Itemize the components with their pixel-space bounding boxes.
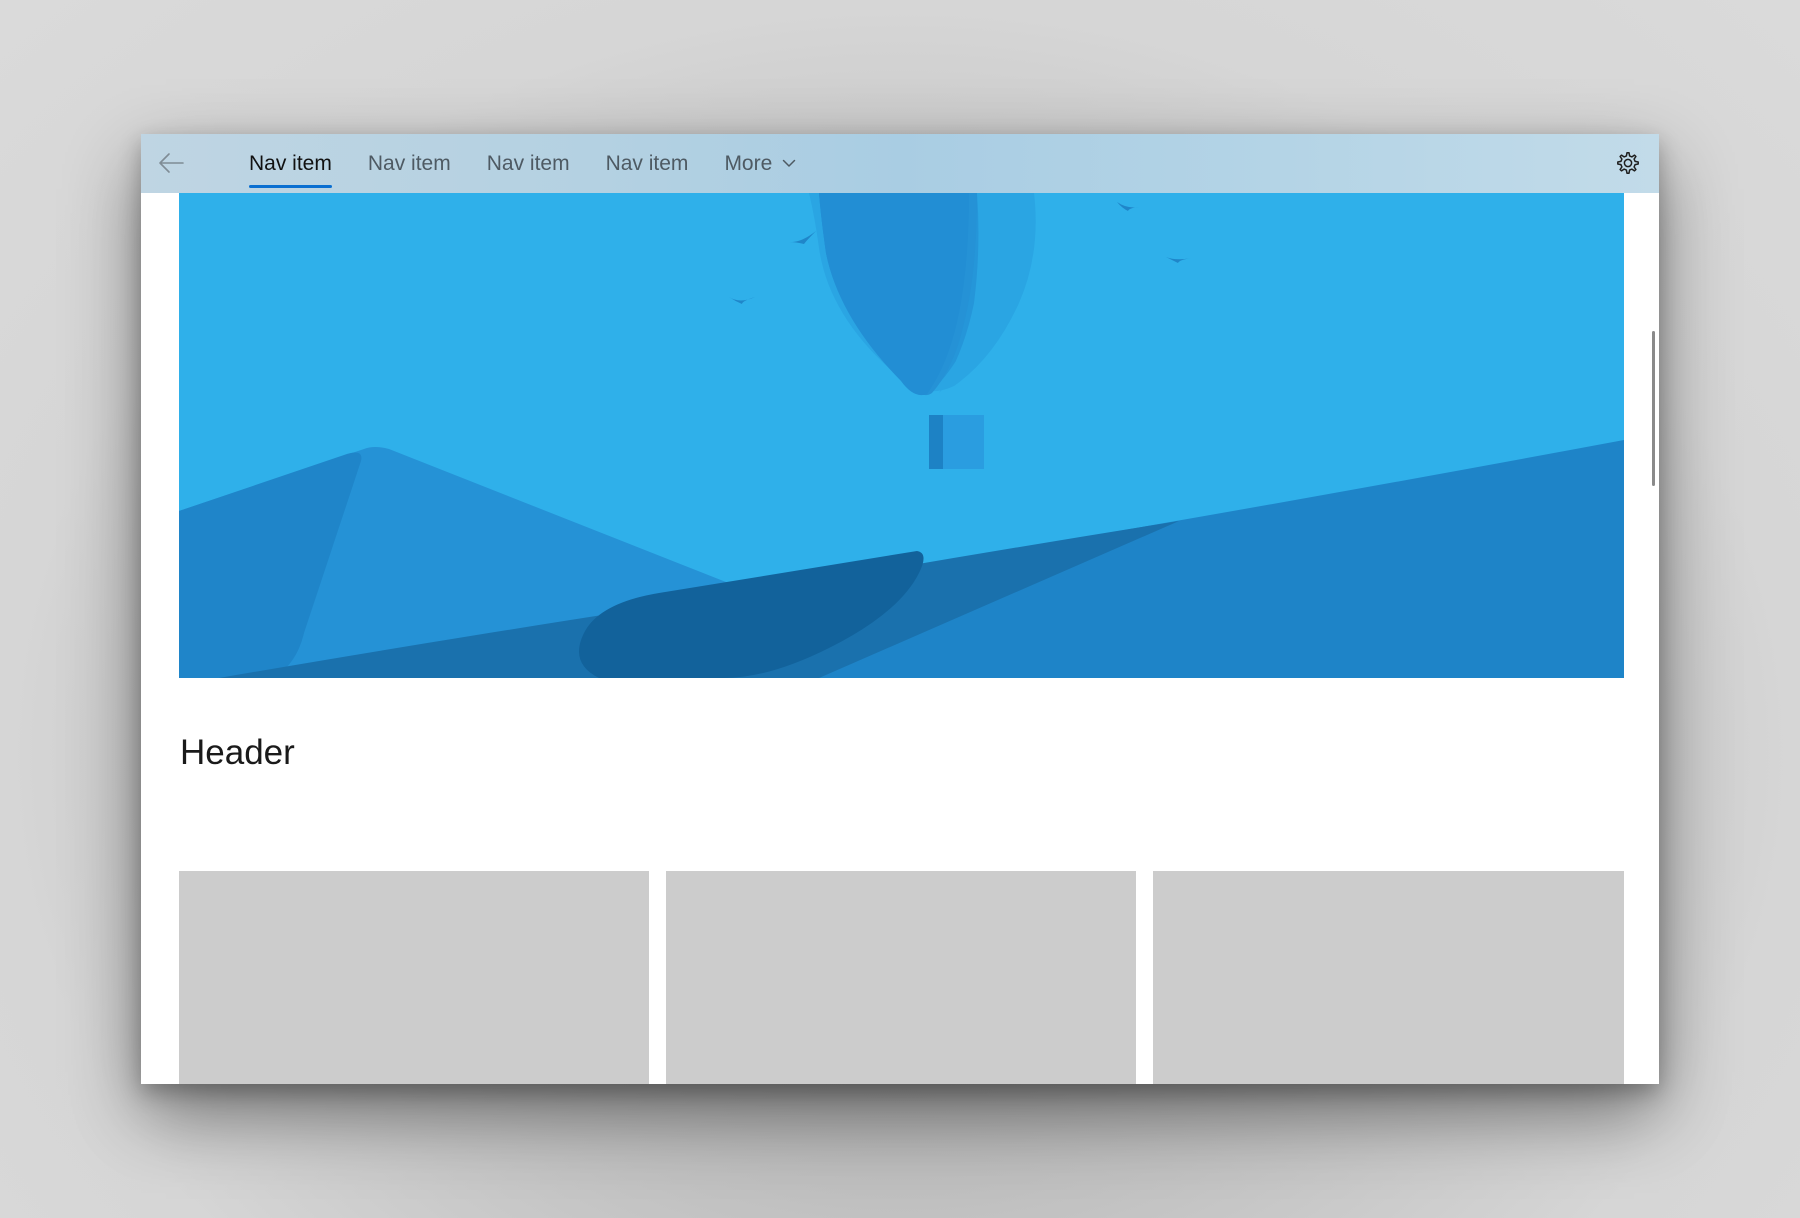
content-tile-2[interactable]	[666, 871, 1136, 1084]
more-label: More	[724, 151, 773, 175]
nav-item-label: Nav item	[249, 151, 332, 175]
nav-item-1[interactable]: Nav item	[231, 134, 350, 193]
nav-item-label: Nav item	[367, 151, 451, 175]
nav-item-label: Nav item	[486, 151, 570, 175]
vertical-scrollbar[interactable]	[1652, 331, 1655, 486]
selection-indicator	[249, 185, 332, 188]
back-button[interactable]	[151, 143, 191, 183]
more-menu-button[interactable]: More	[706, 134, 814, 193]
nav-item-2[interactable]: Nav item	[350, 134, 469, 193]
settings-button[interactable]	[1609, 144, 1647, 182]
gear-icon	[1617, 152, 1639, 174]
nav-item-3[interactable]: Nav item	[469, 134, 588, 193]
content-tile-1[interactable]	[179, 871, 649, 1084]
app-window: Nav item Nav item Nav item Nav item More	[141, 134, 1659, 1084]
top-navigation-bar: Nav item Nav item Nav item Nav item More	[141, 134, 1659, 193]
section-header: Header	[180, 733, 295, 772]
nav-item-4[interactable]: Nav item	[588, 134, 707, 193]
chevron-down-icon	[782, 159, 796, 168]
back-arrow-icon	[159, 153, 184, 173]
nav-items: Nav item Nav item Nav item Nav item More	[231, 134, 814, 193]
page-content: Header	[141, 193, 1659, 1084]
nav-item-label: Nav item	[605, 151, 689, 175]
content-tile-3[interactable]	[1153, 871, 1624, 1084]
hot-air-balloon-illustration	[179, 193, 1624, 678]
hero-banner	[179, 193, 1624, 678]
